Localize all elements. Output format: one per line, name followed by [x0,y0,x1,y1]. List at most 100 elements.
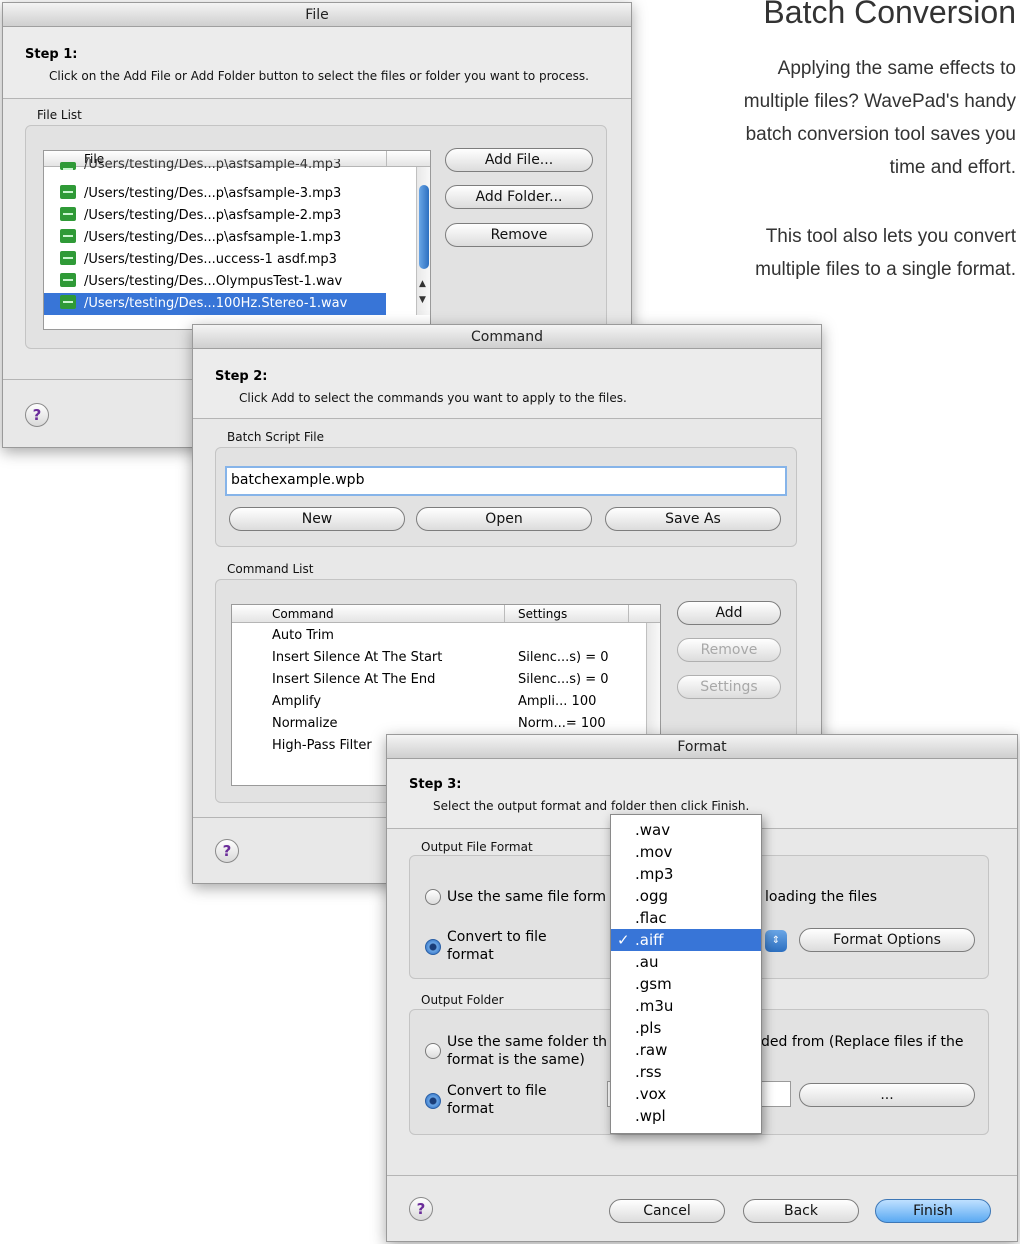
promo-line: multiple files? WavePad's handy [743,91,1016,112]
back-button[interactable]: Back [743,1199,859,1223]
wave-file-icon [60,273,76,287]
format-option[interactable]: .rss [611,1061,761,1083]
same-format-radio[interactable] [425,889,441,905]
settings-column-header[interactable]: Settings [518,607,567,621]
command-list-label: Command List [227,562,314,576]
format-select-stepper-icon[interactable]: ⇕ [765,930,787,952]
step-title: Step 2: [215,369,268,384]
list-item[interactable]: /Users/testing/Des...uccess-1 asdf.mp3 [44,249,416,271]
add-file-button[interactable]: Add File... [445,148,593,172]
format-option[interactable]: .m3u [611,995,761,1017]
table-row[interactable]: Normalize Norm...= 100 [272,713,632,735]
output-format-label: Output File Format [421,840,533,854]
batch-script-input[interactable]: batchexample.wpb [225,466,787,496]
list-item-selected[interactable]: /Users/testing/Des...100Hz.Stereo-1.wav [44,293,386,315]
format-option[interactable]: .vox [611,1083,761,1105]
format-option[interactable]: .ogg [611,885,761,907]
format-window-title: Format [387,735,1017,759]
command-settings: Silenc...s) = 0 [518,650,609,665]
wave-file-icon [60,185,76,199]
format-dropdown-menu[interactable]: .wav .mov .mp3 .ogg .flac ✓ .aiff .au .g… [610,814,762,1134]
same-folder-radio[interactable] [425,1043,441,1059]
format-option[interactable]: .wpl [611,1105,761,1127]
format-option[interactable]: .gsm [611,973,761,995]
help-icon[interactable]: ? [409,1197,433,1221]
column-divider [628,605,629,622]
batch-script-group [215,447,797,547]
format-option-selected[interactable]: ✓ .aiff [611,929,761,951]
command-settings-button[interactable]: Settings [677,675,781,699]
list-item[interactable]: /Users/testing/Des...p\asfsample-4.mp3 [44,159,416,171]
format-option[interactable]: .wav [611,819,761,841]
promo-paragraph-2: This tool also lets you convert multiple… [755,220,1016,286]
format-option[interactable]: .pls [611,1017,761,1039]
add-folder-button[interactable]: Add Folder... [445,185,593,209]
file-list-label: File List [37,108,82,122]
format-option[interactable]: .flac [611,907,761,929]
help-icon[interactable]: ? [215,839,239,863]
promo-line: Applying the same effects to [777,58,1016,79]
step-title: Step 3: [409,777,462,792]
file-path: /Users/testing/Des...p\asfsample-2.mp3 [84,208,342,223]
file-path: /Users/testing/Des...100Hz.Stereo-1.wav [84,296,348,311]
convert-folder-label: Convert to file format [447,1082,547,1118]
batch-script-label: Batch Script File [227,430,325,444]
list-item[interactable]: /Users/testing/Des...p\asfsample-2.mp3 [44,205,416,227]
command-name: Auto Trim [272,628,334,643]
format-options-button[interactable]: Format Options [799,928,975,952]
convert-folder-radio[interactable] [425,1093,441,1109]
wave-file-icon [60,229,76,243]
table-row[interactable]: Insert Silence At The Start Silenc...s) … [272,647,632,669]
scroll-down-icon[interactable]: ▼ [419,295,426,305]
label-line: Convert to file [447,1083,547,1099]
format-option[interactable]: .raw [611,1039,761,1061]
file-path: /Users/testing/Des...uccess-1 asdf.mp3 [84,252,337,267]
file-path: /Users/testing/Des...OlympusTest-1.wav [84,274,343,289]
remove-file-button[interactable]: Remove [445,223,593,247]
promo-line: This tool also lets you convert [765,226,1016,247]
list-item[interactable]: /Users/testing/Des...OlympusTest-1.wav [44,271,416,293]
wave-file-icon [60,162,76,170]
finish-button[interactable]: Finish [875,1199,991,1223]
command-settings: Silenc...s) = 0 [518,672,609,687]
label-line: format is the same) [447,1052,585,1068]
add-command-button[interactable]: Add [677,601,781,625]
command-name: Insert Silence At The Start [272,650,443,665]
cancel-button[interactable]: Cancel [609,1199,725,1223]
convert-format-radio[interactable] [425,939,441,955]
format-option[interactable]: .mov [611,841,761,863]
table-row[interactable]: Amplify Ampli... 100 [272,691,632,713]
convert-format-label: Convert to file format [447,928,547,964]
promo-line: batch conversion tool saves you [745,124,1016,145]
save-as-script-button[interactable]: Save As [605,507,781,531]
browse-folder-button[interactable]: ... [799,1083,975,1107]
same-folder-label: Use the same folder th format is the sam… [447,1033,607,1069]
file-list[interactable]: File /Users/testing/Des...p\asfsample-4.… [43,150,431,330]
table-row[interactable]: Insert Silence At The End Silenc...s) = … [272,669,632,691]
step-description: Select the output format and folder then… [433,799,750,813]
label-line: Use the same folder th [447,1034,608,1050]
command-step-area: Step 2: Click Add to select the commands… [193,349,821,419]
command-column-header[interactable]: Command [272,607,334,621]
wave-file-icon [60,251,76,265]
new-script-button[interactable]: New [229,507,405,531]
scroll-up-icon[interactable]: ▲ [419,279,426,289]
help-icon[interactable]: ? [25,403,49,427]
promo-line: time and effort. [889,157,1016,178]
command-name: Insert Silence At The End [272,672,436,687]
scroll-thumb[interactable] [419,185,429,269]
file-window-title: File [3,3,631,27]
file-path: /Users/testing/Des...p\asfsample-1.mp3 [84,230,342,245]
label-line: format [447,1101,494,1117]
check-icon: ✓ [617,931,630,949]
table-row[interactable]: Auto Trim [272,625,632,647]
format-option[interactable]: .au [611,951,761,973]
file-list-scrollbar[interactable]: ▲ ▼ [416,167,430,315]
remove-command-button[interactable]: Remove [677,638,781,662]
open-script-button[interactable]: Open [416,507,592,531]
same-format-label: Use the same file form [447,889,607,905]
output-folder-label: Output Folder [421,993,504,1007]
format-option[interactable]: .mp3 [611,863,761,885]
list-item[interactable]: /Users/testing/Des...p\asfsample-3.mp3 [44,183,416,205]
list-item[interactable]: /Users/testing/Des...p\asfsample-1.mp3 [44,227,416,249]
